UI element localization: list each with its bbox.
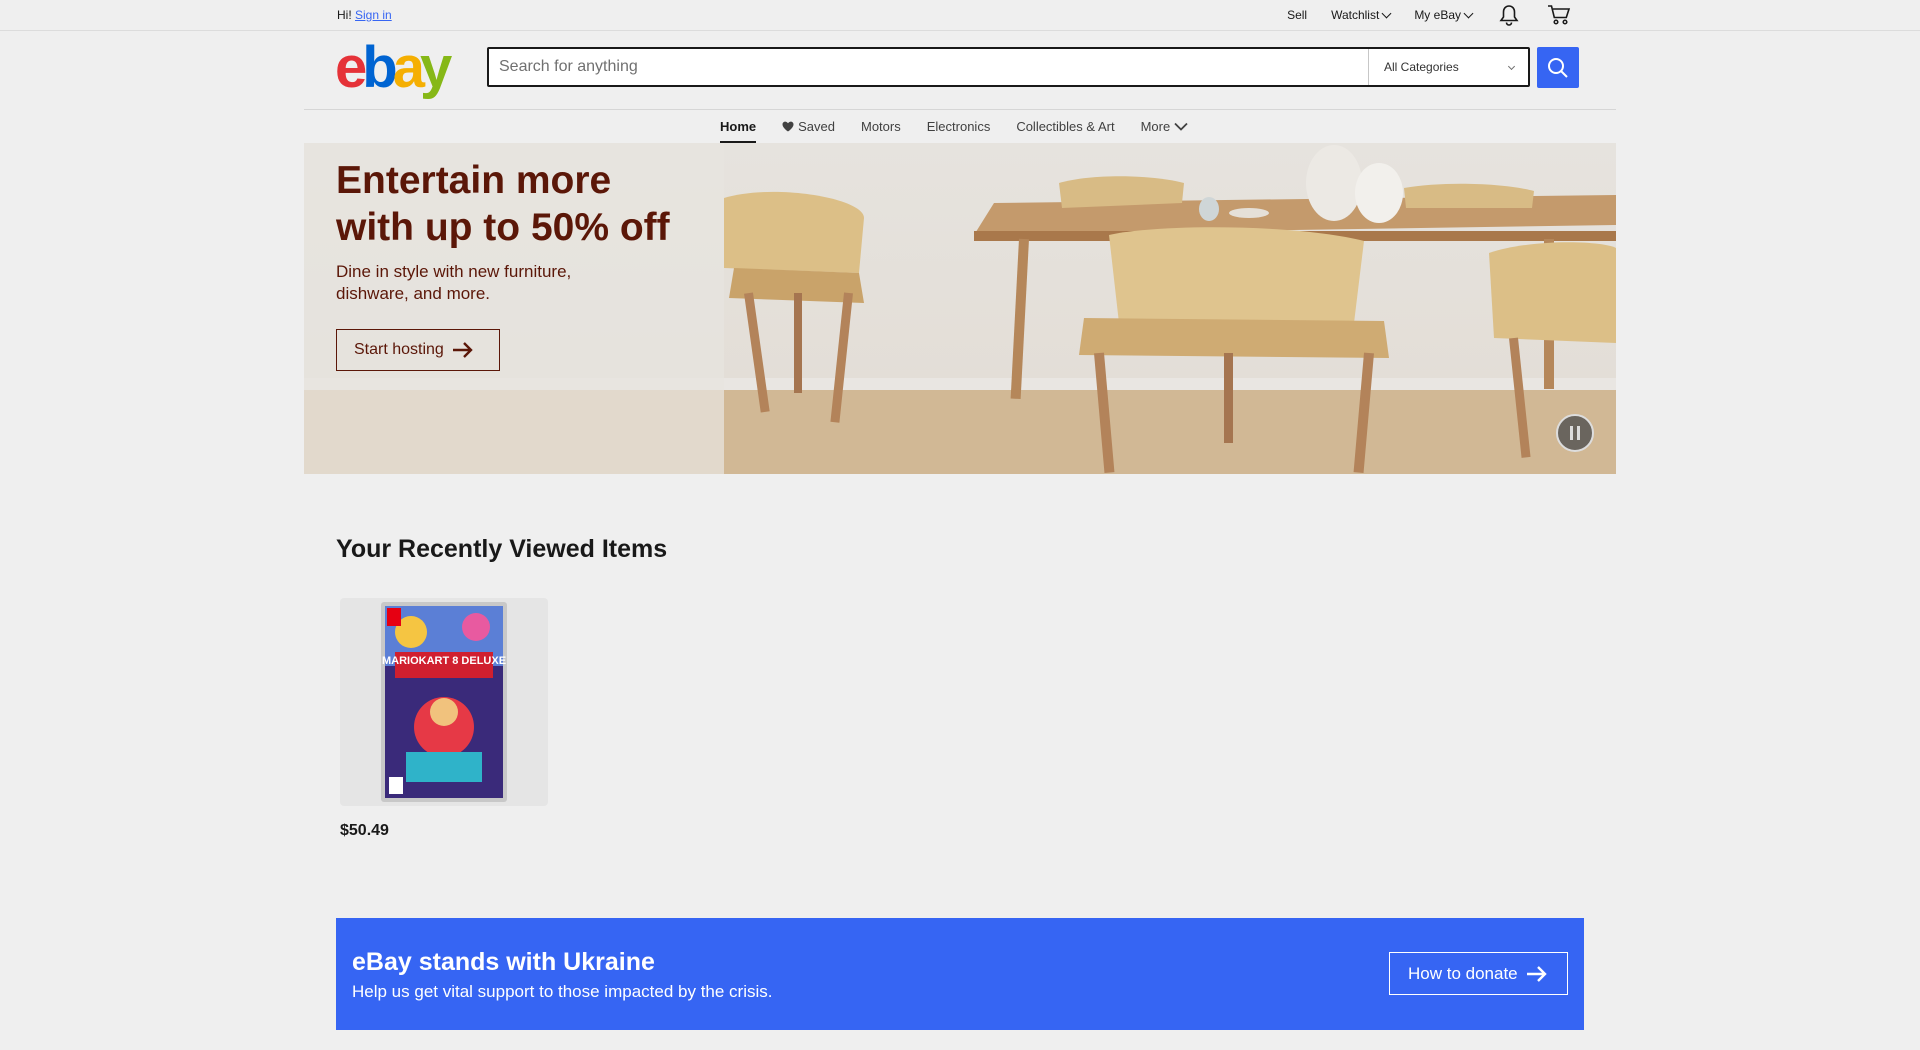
ukraine-subtitle: Help us get vital support to those impac… xyxy=(352,982,773,1001)
cart-button[interactable] xyxy=(1546,2,1572,28)
sign-in-link[interactable]: Sign in xyxy=(355,8,392,22)
header: ebay All Categories xyxy=(0,31,1920,109)
carousel-pause-button[interactable] xyxy=(1556,414,1594,452)
ukraine-banner: eBay stands with Ukraine Help us get vit… xyxy=(336,918,1584,1030)
category-select[interactable]: All Categories xyxy=(1368,49,1528,85)
how-to-donate-button[interactable]: How to donate xyxy=(1389,952,1568,995)
nav-item-label: Home xyxy=(720,119,757,134)
product-image[interactable]: MARIOKART 8 DELUXE xyxy=(340,598,548,806)
nav-item-label: More xyxy=(1140,119,1171,134)
logo-letter: a xyxy=(392,35,425,100)
chevron-down-icon xyxy=(1463,8,1474,18)
hero-title: Entertain more with up to 50% off xyxy=(336,157,696,251)
greeting: Hi! Sign in xyxy=(337,8,392,22)
hero-subtitle-line: Dine in style with new furniture, xyxy=(336,262,572,281)
sell-link[interactable]: Sell xyxy=(1287,8,1307,22)
bell-icon xyxy=(1499,5,1519,26)
notifications-button[interactable] xyxy=(1496,2,1522,28)
mario-kart-box-image: MARIOKART 8 DELUXE xyxy=(381,602,507,802)
hero-title-line: Entertain more xyxy=(336,159,612,202)
cart-icon xyxy=(1548,5,1571,25)
logo-letter: b xyxy=(362,35,398,100)
search-bar: All Categories xyxy=(487,47,1530,87)
greeting-text: Hi! xyxy=(337,8,352,22)
nav-item-motors[interactable]: Motors xyxy=(861,110,901,143)
recently-viewed-item[interactable]: MARIOKART 8 DELUXE $50.49 xyxy=(340,598,548,840)
nav-item-electronics[interactable]: Electronics xyxy=(927,110,991,143)
chevron-down-icon xyxy=(1174,122,1188,131)
top-utility-bar: Hi! Sign in Sell Watchlist My eBay xyxy=(0,0,1920,31)
chevron-down-icon xyxy=(1507,62,1516,70)
product-price: $50.49 xyxy=(340,822,389,839)
my-ebay-label: My eBay xyxy=(1414,8,1461,22)
nav-item-collectibles[interactable]: Collectibles & Art xyxy=(1016,110,1114,143)
start-hosting-label: Start hosting xyxy=(354,341,444,358)
ebay-logo[interactable]: ebay xyxy=(335,39,453,97)
chevron-down-icon xyxy=(1381,8,1392,18)
heart-icon xyxy=(782,121,794,132)
hero-subtitle-line: dishware, and more. xyxy=(336,284,491,303)
arrow-right-icon xyxy=(1526,965,1547,982)
how-to-donate-label: How to donate xyxy=(1408,963,1518,983)
watchlist-menu[interactable]: Watchlist xyxy=(1331,8,1392,22)
hero-banner[interactable]: Entertain more with up to 50% off Dine i… xyxy=(304,143,1616,474)
hero-title-line: with up to 50% off xyxy=(336,206,670,249)
search-input[interactable] xyxy=(489,49,1368,85)
nav-item-more[interactable]: More xyxy=(1141,110,1189,143)
logo-letter: y xyxy=(419,35,452,100)
category-select-label: All Categories xyxy=(1384,60,1459,74)
pause-icon xyxy=(1570,426,1580,440)
nav-item-label: Collectibles & Art xyxy=(1016,119,1115,134)
sell-label: Sell xyxy=(1287,8,1308,22)
hero-subtitle: Dine in style with new furniture, dishwa… xyxy=(336,261,636,305)
my-ebay-menu[interactable]: My eBay xyxy=(1414,8,1474,22)
watchlist-label: Watchlist xyxy=(1331,8,1380,22)
start-hosting-button[interactable]: Start hosting xyxy=(336,329,500,371)
nav-item-label: Motors xyxy=(861,119,901,134)
nav-item-saved[interactable]: Saved xyxy=(782,110,835,143)
top-right-menu: Sell Watchlist My eBay xyxy=(1263,0,1572,30)
nav-item-home[interactable]: Home xyxy=(720,110,757,143)
box-title: MARIOKART 8 DELUXE xyxy=(382,655,506,667)
ukraine-title: eBay stands with Ukraine xyxy=(352,948,655,976)
nav-item-label: Saved xyxy=(798,119,835,134)
search-button[interactable] xyxy=(1537,47,1579,88)
category-nav: Home Saved Motors Electronics Collectibl… xyxy=(0,110,1920,143)
nav-item-label: Electronics xyxy=(926,119,991,134)
arrow-right-icon xyxy=(452,342,473,358)
recently-viewed-title: Your Recently Viewed Items xyxy=(336,535,668,563)
logo-letter: e xyxy=(335,35,367,100)
search-icon xyxy=(1548,57,1568,78)
